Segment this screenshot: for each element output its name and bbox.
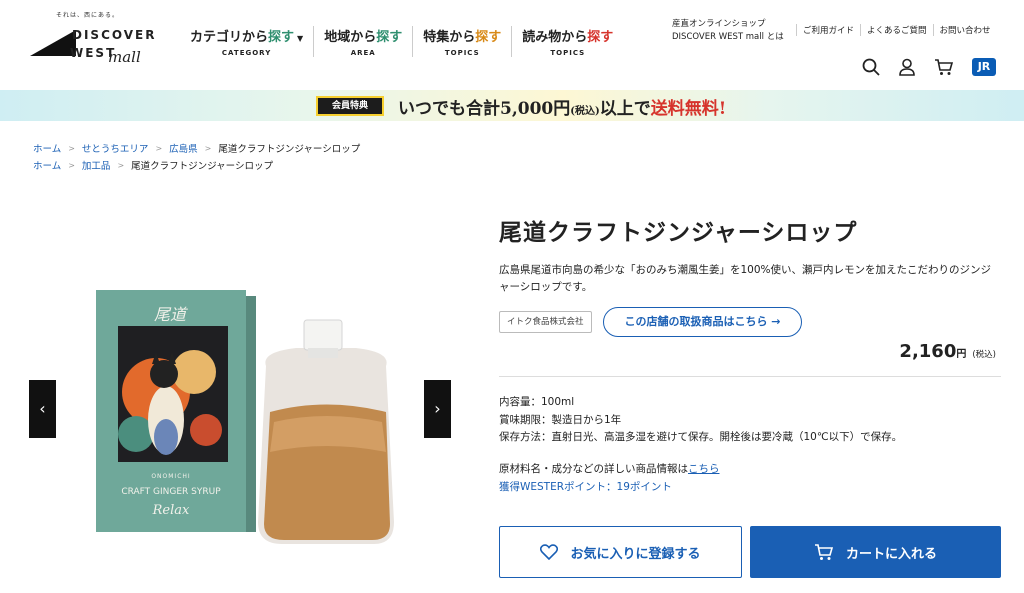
product-title: 尾道クラフトジンジャーシロップ xyxy=(499,219,858,246)
about-shop-link[interactable]: 産直オンラインショップ DISCOVER WEST mall とは xyxy=(672,18,784,44)
link-guide[interactable]: ご利用ガイド xyxy=(796,24,860,36)
nav-topics-label: 特集から xyxy=(423,30,476,45)
site-logo[interactable]: それは、西にある。 DISCOVER WEST mall xyxy=(30,10,160,70)
about-shop-line1: 産直オンラインショップ xyxy=(672,19,766,29)
breadcrumb-hiroshima[interactable]: 広島県 xyxy=(169,141,198,155)
chevron-right-icon: > xyxy=(155,143,163,153)
site-header: それは、西にある。 DISCOVER WEST mall カテゴリから探す ▼ C… xyxy=(0,0,1024,90)
breadcrumb: ホーム > 加工品 > 尾道クラフトジンジャーシロップ xyxy=(33,158,273,173)
product-image: 尾道 ONOMICHI CRAFT GINGER SYRUP Relax xyxy=(56,262,424,562)
price-yen: 円 xyxy=(956,349,967,360)
caret-down-icon: ▼ xyxy=(297,34,304,43)
nav-category-accent: 探す xyxy=(268,30,295,45)
logo-word-discover: DISCOVER xyxy=(72,28,157,42)
breadcrumb-current: 尾道クラフトジンジャーシロップ xyxy=(131,161,273,172)
breadcrumb-current: 尾道クラフトジンジャーシロップ xyxy=(218,144,361,155)
nav-topics[interactable]: 特集から探す TOPICS xyxy=(412,26,511,57)
utility-links: ご利用ガイド よくあるご質問 お問い合わせ xyxy=(796,24,997,36)
nav-reading-sub: TOPICS xyxy=(550,49,586,57)
breadcrumb-processed-food[interactable]: 加工品 xyxy=(82,158,111,172)
nav-area-sub: AREA xyxy=(350,49,376,57)
about-shop-line2: DISCOVER WEST mall とは xyxy=(672,32,784,42)
price-tax: (税込) xyxy=(972,350,996,360)
box-script: 尾道 xyxy=(154,305,188,324)
spec-volume: 内容量：100ml xyxy=(499,396,575,408)
nav-reading-label: 読み物から xyxy=(522,30,588,45)
nav-category-sub: CATEGORY xyxy=(221,49,272,57)
more-info-link[interactable]: こちら xyxy=(688,463,720,475)
spec-expiry: 賞味期限：製造日から1年 xyxy=(499,413,622,426)
nav-area-accent: 探す xyxy=(376,30,403,45)
logo-tagline: それは、西にある。 xyxy=(56,12,120,19)
nav-area-label: 地域から xyxy=(324,30,377,45)
maker-badge[interactable]: イトク食品株式会社 xyxy=(499,311,592,333)
breadcrumb: ホーム > せとうちエリア > 広島県 > 尾道クラフトジンジャーシロップ xyxy=(33,141,361,156)
nav-topics-accent: 探す xyxy=(475,30,502,45)
user-icon[interactable] xyxy=(898,58,916,76)
more-info-text: 原材料名・成分などの詳しい商品情報は xyxy=(499,463,688,475)
heart-icon xyxy=(540,544,559,560)
add-to-cart-label: カートに入れる xyxy=(845,546,937,562)
banner-text-b: 以上で xyxy=(599,99,651,119)
search-icon[interactable] xyxy=(862,58,880,76)
box-relax: Relax xyxy=(152,503,190,518)
jr-logo[interactable]: JR xyxy=(972,58,996,76)
add-to-cart-button[interactable]: カートに入れる xyxy=(750,526,1001,578)
cart-icon[interactable] xyxy=(934,58,954,76)
chevron-right-icon: > xyxy=(204,143,212,153)
chevron-right-icon: > xyxy=(68,143,75,153)
member-badge: 会員特典 xyxy=(316,96,384,116)
breadcrumb-home[interactable]: ホーム xyxy=(33,158,61,172)
banner-text-small: (税込) xyxy=(570,106,600,117)
box-sub: ONOMICHI xyxy=(151,473,190,480)
nav-area[interactable]: 地域から探す AREA xyxy=(313,26,412,57)
chevron-right-icon: > xyxy=(68,160,75,170)
chevron-right-icon: > xyxy=(117,160,125,170)
main-nav: カテゴリから探す ▼ CATEGORY 地域から探す AREA 特集から探す TO… xyxy=(190,26,623,57)
box-name: CRAFT GINGER SYRUP xyxy=(121,487,221,497)
banner-text-a: いつでも合計5,000円 xyxy=(398,99,571,119)
free-shipping-banner[interactable]: 会員特典 いつでも合計5,000円(税込)以上で送料無料! xyxy=(0,90,1024,121)
next-image-button[interactable]: › xyxy=(424,380,451,438)
header-icons: JR xyxy=(862,58,996,76)
add-favorite-button[interactable]: お気に入りに登録する xyxy=(499,526,742,578)
link-faq[interactable]: よくあるご質問 xyxy=(860,24,933,36)
nav-category-label: カテゴリから xyxy=(190,30,269,45)
spec-storage: 保存方法：直射日光、高温多湿を避けて保存。開栓後は要冷蔵（10℃以下）で保存。 xyxy=(499,431,903,443)
breadcrumb-setouchi[interactable]: せとうちエリア xyxy=(82,141,149,155)
product-more-info: 原材料名・成分などの詳しい商品情報はこちら 獲得WESTERポイント：19ポイン… xyxy=(499,461,720,496)
nav-topics-sub: TOPICS xyxy=(444,49,480,57)
cart-icon xyxy=(814,544,834,560)
banner-text-red: 送料無料! xyxy=(650,99,727,119)
link-contact[interactable]: お問い合わせ xyxy=(932,24,997,36)
shop-products-button[interactable]: この店舗の取扱商品はこちら → xyxy=(603,307,802,337)
logo-word-mall: mall xyxy=(108,48,141,66)
product-price: 2,160円 (税込) xyxy=(899,341,996,362)
nav-reading[interactable]: 読み物から探す TOPICS xyxy=(511,26,623,57)
points-info: 獲得WESTERポイント：19ポイント xyxy=(499,480,672,493)
banner-text: いつでも合計5,000円(税込)以上で送料無料! xyxy=(398,94,726,119)
price-value: 2,160 xyxy=(899,341,957,362)
divider xyxy=(499,376,1001,377)
breadcrumb-home[interactable]: ホーム xyxy=(33,141,61,155)
add-favorite-label: お気に入りに登録する xyxy=(570,546,701,562)
product-specs: 内容量：100ml 賞味期限：製造日から1年 保存方法：直射日光、高温多湿を避け… xyxy=(499,394,902,447)
prev-image-button[interactable]: ‹ xyxy=(29,380,56,438)
nav-reading-accent: 探す xyxy=(587,30,614,45)
product-description: 広島県尾道市向島の希少な「おのみち潮風生姜」を100%使い、瀬戸内レモンを加えた… xyxy=(499,264,992,293)
nav-category[interactable]: カテゴリから探す ▼ CATEGORY xyxy=(190,26,313,57)
